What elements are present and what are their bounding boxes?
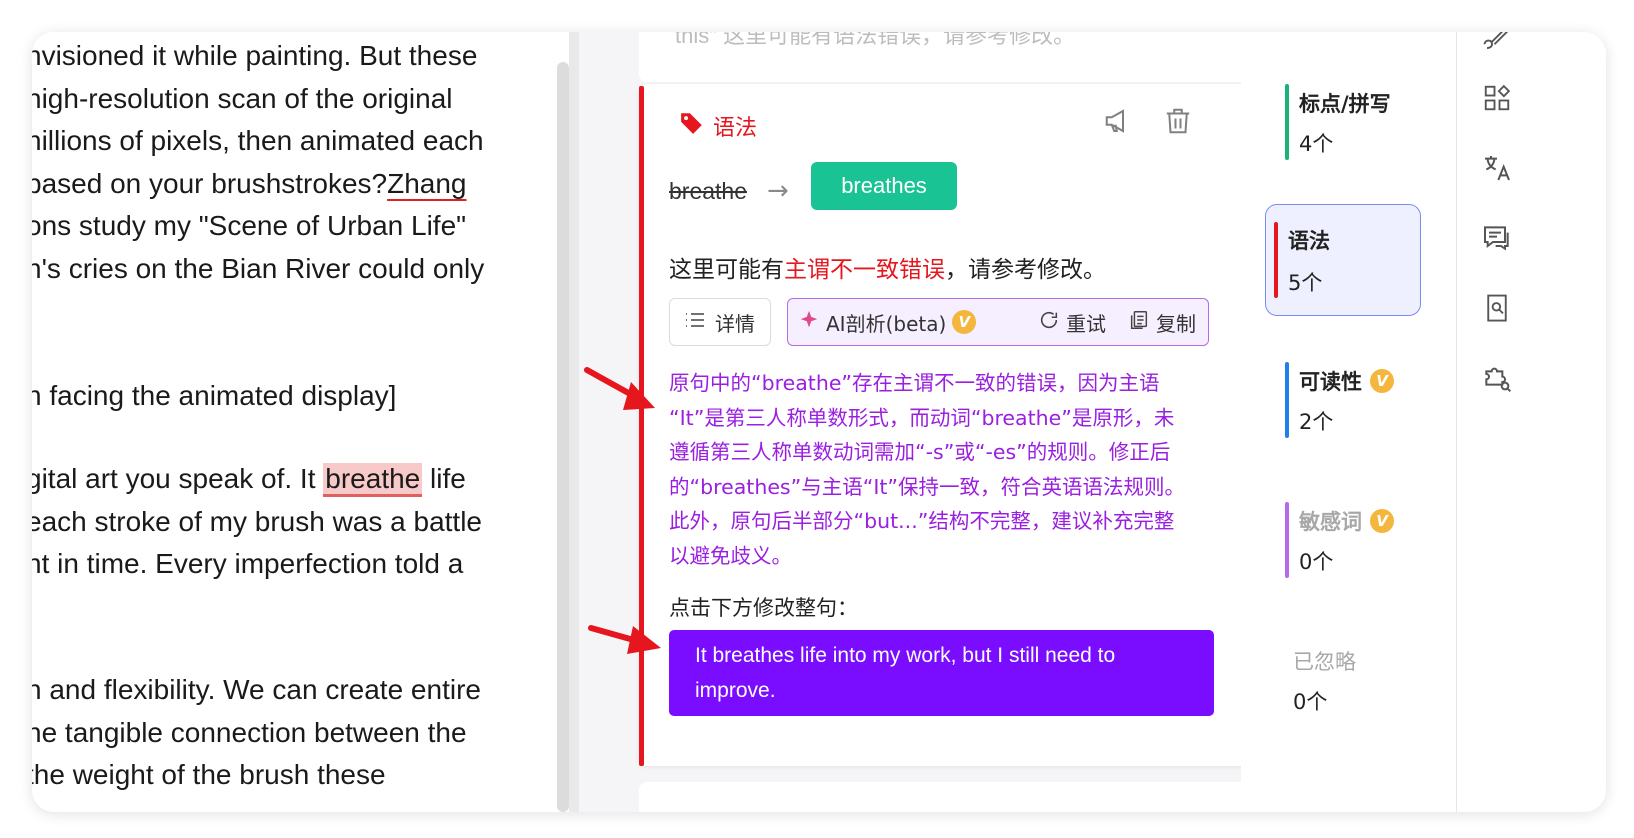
category-label: 语法 (713, 116, 758, 141)
apps-icon[interactable] (1477, 78, 1517, 118)
category-name: 已忽略 (1293, 650, 1356, 674)
category-readability[interactable]: 可读性 V 2个 (1241, 362, 1401, 472)
category-name: 可读性 V (1299, 366, 1394, 396)
arrow-right-icon: → (767, 176, 789, 206)
vip-badge-icon: V (1370, 369, 1394, 393)
doc-line: the weight of the brush these (32, 759, 386, 790)
category-color-bar (1285, 502, 1289, 578)
comment-icon[interactable] (1477, 218, 1517, 258)
doc-line: ne tangible connection between the (32, 717, 467, 748)
doc-line: n and flexibility. We can create entire (32, 674, 481, 705)
book-search-icon[interactable] (1477, 288, 1517, 328)
list-icon (685, 310, 705, 334)
doc-line: nvisioned it while painting. But these (32, 40, 478, 71)
card-accent-bar (639, 86, 644, 766)
category-sensitive-words[interactable]: 敏感词 V 0个 (1241, 502, 1401, 612)
translate-icon[interactable] (1477, 148, 1517, 188)
detail-button[interactable]: 详情 (669, 298, 771, 346)
sentence-rewrite-button[interactable]: It breathes life into my work, but I sti… (669, 630, 1214, 716)
vip-badge-icon: V (1370, 509, 1394, 533)
category-tag: 语法 (679, 110, 757, 142)
previous-suggestion-card[interactable]: this" 这里可能有语法错误，请参考修改。 (639, 32, 1257, 82)
document-scrollbar[interactable] (557, 62, 569, 812)
error-message: 这里可能有主谓不一致错误，请参考修改。 (669, 257, 1106, 283)
document-editor[interactable]: nvisioned it while painting. But these h… (32, 32, 557, 812)
doc-line: ons study my "Scene of Urban Life" (32, 210, 467, 241)
category-count: 4个 (1299, 132, 1334, 156)
category-color-bar (1274, 222, 1278, 298)
grammar-error-word[interactable]: breathe (323, 463, 423, 497)
category-ignored[interactable]: 已忽略 0个 (1241, 642, 1401, 752)
brush-icon[interactable] (1477, 32, 1517, 58)
ai-analysis-button[interactable]: AI剖析(beta) V (798, 299, 977, 345)
doc-line: nillions of pixels, then animated each (32, 125, 484, 156)
detail-label: 详情 (715, 311, 755, 336)
panel-divider[interactable] (569, 32, 579, 812)
doc-line: each stroke of my brush was a battle (32, 506, 482, 537)
category-grammar[interactable]: 语法 5个 (1265, 204, 1421, 316)
spelling-error-word[interactable]: Zhang (387, 168, 466, 199)
tool-strip (1457, 32, 1606, 812)
category-punctuation[interactable]: 标点/拼写 4个 (1241, 84, 1401, 194)
category-count: 0个 (1299, 550, 1334, 574)
doc-line: nt in time. Every imperfection told a (32, 548, 464, 579)
sparkle-icon (798, 309, 820, 336)
vip-badge-icon: V (952, 310, 977, 334)
next-suggestion-card[interactable] (639, 782, 1257, 812)
category-name: 标点/拼写 (1299, 92, 1391, 116)
doc-line: n facing the animated display] (32, 380, 397, 411)
previous-card-text: this" 这里可能有语法错误，请参考修改。 (675, 32, 1076, 48)
refresh-icon (1038, 309, 1060, 336)
category-color-bar (1285, 362, 1289, 438)
doc-line: based on your brushstrokes?Zhang (32, 168, 467, 199)
category-count: 5个 (1288, 271, 1323, 295)
doc-line: n's cries on the Bian River could only (32, 253, 485, 284)
category-color-bar (1285, 84, 1289, 160)
original-word: breathe (669, 178, 748, 204)
ai-analysis-label: AI剖析(beta) (826, 311, 947, 336)
app-window: nvisioned it while painting. But these h… (32, 32, 1606, 812)
megaphone-icon[interactable] (1101, 104, 1135, 138)
doc-line: gital art you speak of. It breathe life (32, 463, 466, 497)
copy-button[interactable]: 复制 (1128, 299, 1196, 345)
retry-label: 重试 (1066, 311, 1106, 336)
ai-analysis-text: 原句中的“breathe”存在主谓不一致的错误，因为主语 “It”是第三人称单数… (669, 371, 1186, 568)
category-name: 语法 (1288, 229, 1330, 253)
sentence-prompt: 点击下方修改整句： (669, 596, 858, 620)
suggestion-button[interactable]: breathes (811, 162, 957, 210)
copy-label: 复制 (1156, 311, 1196, 336)
category-count: 0个 (1293, 690, 1328, 714)
retry-button[interactable]: 重试 (1038, 299, 1106, 345)
suggestion-panel: this" 这里可能有语法错误，请参考修改。 语法 breathe → brea… (579, 32, 1281, 812)
tag-icon (679, 110, 705, 142)
category-name: 敏感词 V (1299, 506, 1394, 536)
category-count: 2个 (1299, 410, 1334, 434)
doc-line: high-resolution scan of the original (32, 83, 453, 114)
puzzle-search-icon[interactable] (1477, 358, 1517, 398)
copy-icon (1128, 309, 1150, 336)
category-list: 标点/拼写 4个 语法 5个 可读性 V 2个 敏感词 V 0个 已忽略 0个 (1241, 32, 1456, 812)
trash-icon[interactable] (1161, 104, 1195, 138)
ai-analysis-bar: AI剖析(beta) V 重试 复制 (787, 298, 1209, 346)
